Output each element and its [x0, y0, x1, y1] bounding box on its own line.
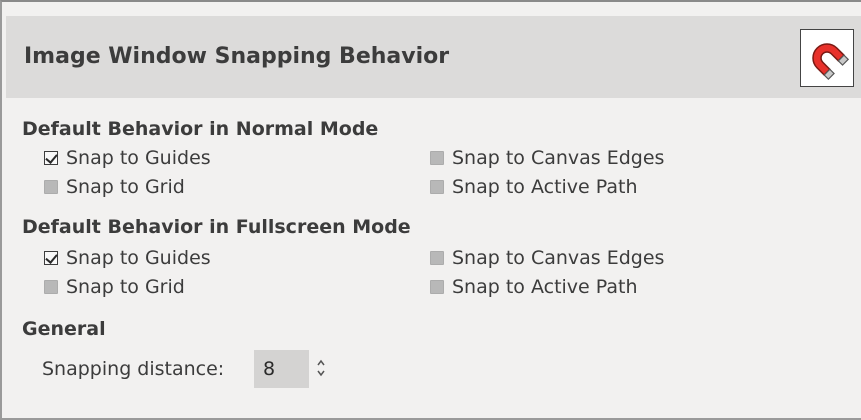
checkbox-unchecked-icon[interactable]: [430, 151, 444, 165]
normal-mode-heading: Default Behavior in Normal Mode: [22, 118, 379, 140]
normal-snap-to-active-path-checkbox[interactable]: Snap to Active Path: [430, 175, 638, 199]
normal-snap-to-guides-checkbox[interactable]: Snap to Guides: [44, 146, 211, 170]
fullscreen-snap-to-active-path-checkbox[interactable]: Snap to Active Path: [430, 275, 638, 299]
snapping-distance-label: Snapping distance:: [42, 358, 225, 380]
checkbox-unchecked-icon[interactable]: [44, 180, 58, 194]
fullscreen-mode-heading: Default Behavior in Fullscreen Mode: [22, 216, 411, 238]
checkbox-unchecked-icon[interactable]: [430, 280, 444, 294]
fullscreen-snap-to-grid-checkbox[interactable]: Snap to Grid: [44, 275, 185, 299]
checkbox-label: Snap to Canvas Edges: [452, 247, 665, 269]
snap-magnet-icon: [800, 29, 854, 87]
checkbox-label: Snap to Grid: [66, 176, 185, 198]
normal-snap-to-canvas-edges-checkbox[interactable]: Snap to Canvas Edges: [430, 146, 664, 170]
checkbox-checked-icon[interactable]: [44, 251, 58, 265]
checkbox-unchecked-icon[interactable]: [430, 251, 444, 265]
checkbox-label: Snap to Canvas Edges: [452, 147, 665, 169]
checkbox-checked-icon[interactable]: [44, 151, 58, 165]
fullscreen-snap-to-canvas-edges-checkbox[interactable]: Snap to Canvas Edges: [430, 246, 664, 270]
checkbox-label: Snap to Guides: [66, 247, 211, 269]
checkbox-unchecked-icon[interactable]: [44, 280, 58, 294]
spin-arrows-icon[interactable]: [314, 356, 328, 380]
checkbox-label: Snap to Grid: [66, 276, 185, 298]
preferences-panel: Image Window Snapping Behavior Default B…: [0, 0, 861, 420]
general-heading: General: [22, 318, 106, 340]
snapping-distance-input[interactable]: 8: [254, 350, 309, 388]
page-title: Image Window Snapping Behavior: [24, 44, 450, 69]
normal-snap-to-grid-checkbox[interactable]: Snap to Grid: [44, 175, 185, 199]
checkbox-unchecked-icon[interactable]: [430, 180, 444, 194]
checkbox-label: Snap to Active Path: [452, 176, 638, 198]
checkbox-label: Snap to Guides: [66, 147, 211, 169]
checkbox-label: Snap to Active Path: [452, 276, 638, 298]
fullscreen-snap-to-guides-checkbox[interactable]: Snap to Guides: [44, 246, 211, 270]
